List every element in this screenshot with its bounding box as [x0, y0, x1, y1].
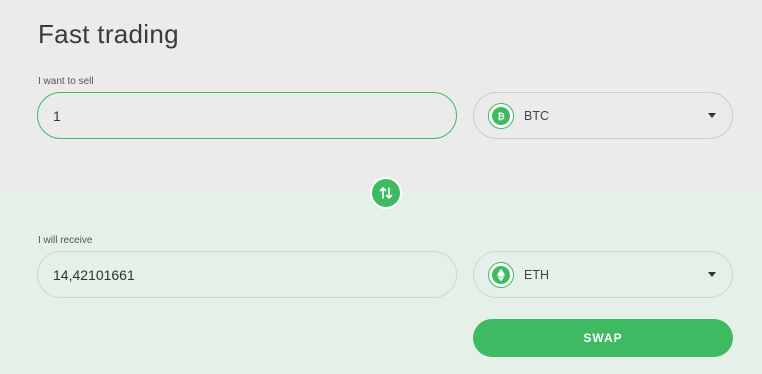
sell-amount-input[interactable]: [53, 107, 441, 124]
receive-label: I will receive: [38, 235, 93, 246]
chevron-down-icon: [708, 113, 716, 118]
sell-label: I want to sell: [38, 76, 94, 87]
receive-currency-select[interactable]: ETH: [473, 251, 733, 298]
receive-amount-input[interactable]: [53, 266, 441, 283]
page-title: Fast trading: [38, 19, 179, 49]
receive-currency-label: ETH: [524, 267, 549, 282]
receive-amount-field[interactable]: [37, 251, 457, 298]
swap-direction-button[interactable]: [370, 177, 402, 209]
ethereum-icon: [488, 261, 514, 288]
swap-button[interactable]: SWAP: [473, 319, 733, 357]
bitcoin-icon: ₿: [488, 102, 514, 129]
chevron-down-icon: [708, 272, 716, 277]
sell-amount-field[interactable]: [37, 92, 457, 139]
swap-arrows-icon: [379, 187, 393, 199]
sell-currency-select[interactable]: ₿ BTC: [473, 92, 733, 139]
svg-text:₿: ₿: [497, 111, 504, 122]
sell-currency-label: BTC: [524, 108, 549, 123]
